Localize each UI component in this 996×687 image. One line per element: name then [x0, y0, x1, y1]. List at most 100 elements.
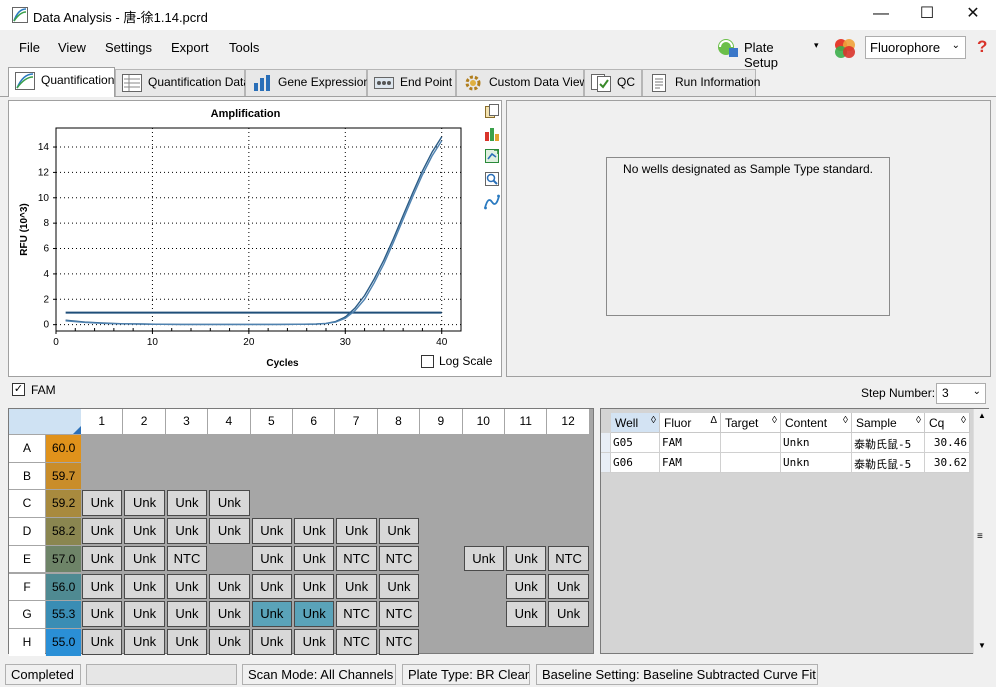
plate-well[interactable]	[167, 435, 207, 461]
plate-column-header[interactable]: 5	[250, 409, 292, 434]
plate-well[interactable]: Unk	[548, 573, 589, 600]
plate-well[interactable]: Unk	[82, 545, 123, 572]
tab-gene-expression[interactable]: Gene Expression	[245, 69, 370, 96]
plate-well[interactable]: Unk	[209, 490, 250, 517]
plate-row-header[interactable]: C	[9, 490, 45, 518]
plate-well[interactable]	[421, 601, 461, 627]
copy-icon[interactable]	[484, 103, 500, 119]
plate-well[interactable]: Unk	[166, 628, 208, 655]
column-header-fluor[interactable]: Fluor Δ	[660, 413, 721, 433]
plate-well[interactable]	[124, 463, 164, 489]
plate-well[interactable]	[506, 518, 546, 544]
plate-well[interactable]: Unk	[251, 573, 292, 600]
plate-well[interactable]	[464, 490, 504, 516]
plate-well[interactable]	[82, 435, 122, 461]
plate-well[interactable]	[464, 574, 504, 600]
plate-well[interactable]: Unk	[463, 545, 504, 572]
plate-well[interactable]	[252, 435, 292, 461]
plate-row-header[interactable]: H	[9, 628, 45, 656]
plate-column-header[interactable]: 7	[335, 409, 377, 434]
plate-well[interactable]: Unk	[378, 518, 420, 544]
plate-well[interactable]: Unk	[166, 573, 208, 600]
plate-well[interactable]	[294, 490, 334, 516]
plate-well[interactable]: NTC	[336, 601, 377, 627]
minimize-button[interactable]: —	[858, 0, 904, 30]
amplification-chart[interactable]: Amplification 0 10 20 30 40 0 2 4 6 8 10 12 14 Cycles R…	[9, 101, 479, 376]
plate-row-header[interactable]: F	[9, 573, 45, 601]
plate-well[interactable]: NTC	[378, 628, 420, 655]
plate-well[interactable]: Unk	[294, 545, 335, 572]
row-selector[interactable]	[601, 453, 611, 473]
plate-well[interactable]: Unk	[166, 601, 208, 627]
plate-column-header[interactable]: 6	[293, 409, 335, 434]
plate-well[interactable]	[336, 435, 376, 461]
plate-row-header[interactable]: B	[9, 462, 45, 490]
tab-qc[interactable]: QC	[584, 69, 642, 96]
menu-file[interactable]: File	[19, 40, 40, 55]
plate-well[interactable]	[336, 490, 376, 516]
column-header-content[interactable]: Content ◊	[781, 413, 852, 433]
plate-well[interactable]	[548, 463, 588, 489]
plate-well[interactable]: NTC	[548, 545, 589, 572]
plate-well[interactable]: NTC	[336, 545, 377, 572]
plate-well[interactable]: NTC	[336, 628, 377, 655]
plate-well[interactable]	[506, 490, 546, 516]
log-scale-checkbox[interactable]	[421, 355, 434, 368]
plate-well[interactable]	[167, 463, 207, 489]
plate-column-header[interactable]: 12	[547, 409, 589, 434]
plate-row-header[interactable]: D	[9, 518, 45, 545]
fam-checkbox[interactable]: ✓	[12, 383, 25, 396]
plate-well[interactable]: Unk	[294, 601, 335, 627]
close-button[interactable]: ✕	[950, 0, 996, 30]
tab-run-information[interactable]: Run Information	[642, 69, 760, 96]
menu-settings[interactable]: Settings	[105, 40, 152, 55]
column-header-well[interactable]: Well ◊	[611, 413, 660, 433]
plate-well[interactable]	[379, 435, 419, 461]
export-image-icon[interactable]	[484, 148, 500, 164]
well-data-table[interactable]: Well ◊ Fluor Δ Target ◊ Content ◊ Sample ◊ Cq…	[600, 408, 989, 654]
fluorophore-select[interactable]: Fluorophore ⌄	[865, 36, 966, 59]
plate-well[interactable]	[379, 490, 419, 516]
plate-well[interactable]: Unk	[82, 628, 123, 655]
plate-well[interactable]: Unk	[82, 490, 123, 517]
plate-well[interactable]	[506, 435, 546, 461]
maximize-button[interactable]: ☐	[904, 0, 950, 30]
plate-column-header[interactable]: 10	[462, 409, 504, 434]
plate-well[interactable]	[124, 435, 164, 461]
plate-well[interactable]	[548, 435, 588, 461]
column-header-target[interactable]: Target ◊	[721, 413, 781, 433]
plate-well[interactable]: Unk	[124, 573, 165, 600]
plate-column-header[interactable]: 3	[165, 409, 208, 434]
tab-quantification[interactable]: Quantification	[8, 67, 115, 97]
plate-well[interactable]: Unk	[294, 518, 335, 544]
zoom-chart-icon[interactable]	[484, 171, 500, 187]
plate-well[interactable]	[209, 546, 249, 572]
column-header-cq[interactable]: Cq ◊	[925, 413, 970, 433]
help-icon[interactable]: ?	[977, 37, 987, 57]
column-header-sample[interactable]: Sample ◊	[852, 413, 925, 433]
plate-well[interactable]	[548, 490, 588, 516]
plate-well[interactable]	[464, 435, 504, 461]
plate-well[interactable]: Unk	[209, 573, 250, 600]
plate-well[interactable]: Unk	[82, 601, 123, 627]
plate-well[interactable]	[209, 463, 249, 489]
plate-well[interactable]	[421, 546, 461, 572]
table-vertical-scrollbar[interactable]: ▲ ≡ ▼	[973, 409, 989, 654]
menu-tools[interactable]: Tools	[229, 40, 259, 55]
plate-well[interactable]	[421, 435, 461, 461]
menu-view[interactable]: View	[58, 40, 86, 55]
plate-column-header[interactable]: 11	[505, 409, 547, 434]
print-chart-icon[interactable]	[484, 126, 500, 142]
plate-well[interactable]	[82, 463, 122, 489]
curve-settings-icon[interactable]	[484, 194, 500, 210]
tab-quantification-data[interactable]: Quantification Data	[115, 69, 250, 96]
plate-well[interactable]: Unk	[251, 518, 292, 544]
tab-end-point[interactable]: End Point	[367, 69, 456, 96]
plate-well[interactable]	[464, 601, 504, 627]
plate-well[interactable]: Unk	[548, 601, 589, 627]
plate-well[interactable]: NTC	[166, 545, 208, 572]
plate-row-header[interactable]: E	[9, 545, 45, 573]
plate-well[interactable]: NTC	[378, 545, 420, 572]
plate-well[interactable]	[421, 518, 461, 544]
plate-well[interactable]: Unk	[378, 573, 420, 600]
